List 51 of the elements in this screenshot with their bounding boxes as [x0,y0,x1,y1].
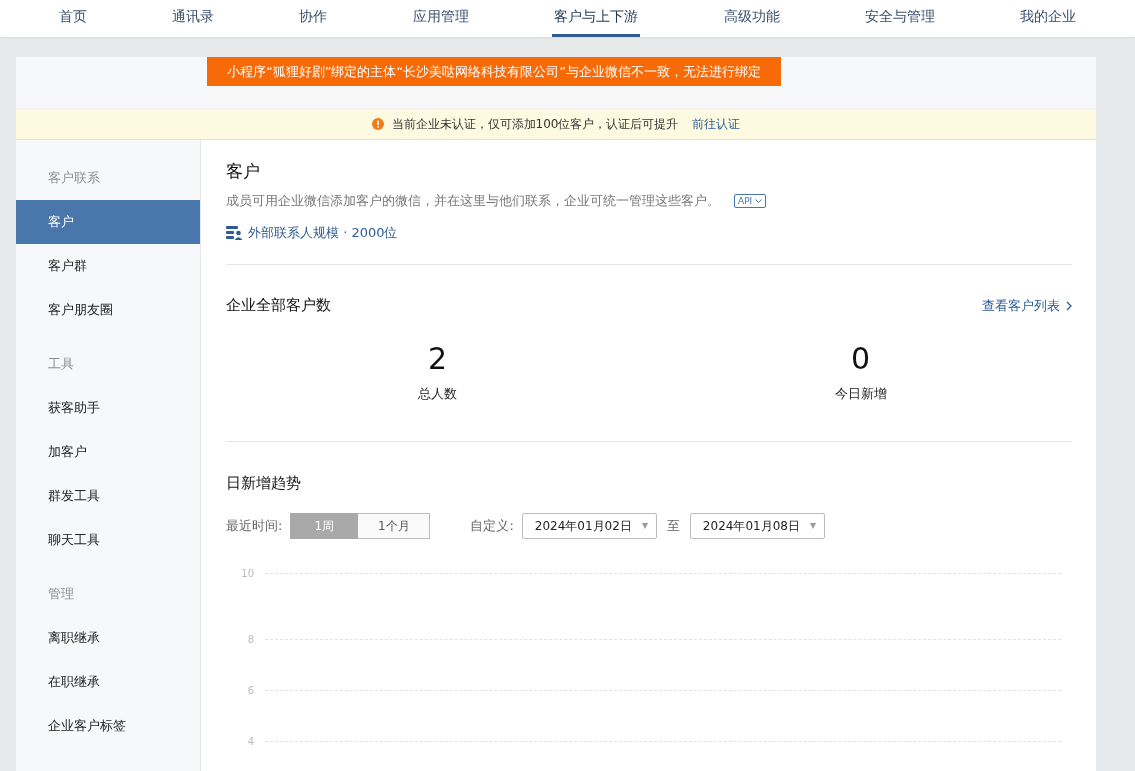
sidebar-item[interactable]: 获客助手 [16,386,200,430]
axis-tick-label: 6 [246,685,255,696]
sidebar-heading: 管理 [47,585,75,603]
stat-label: 今日新增 [834,385,887,403]
section-title: 日新增趋势 [226,474,302,493]
customer-list-link[interactable]: 查看客户列表 [982,296,1072,315]
sidebar-item[interactable]: 离职继承 [16,616,200,660]
axis-tick-label: 10 [240,567,255,579]
stat-label: 总人数 [418,385,457,403]
verify-link[interactable]: 前往认证 [692,115,741,133]
notice-text: 当前企业未认证，仅可添加100位客户，认证后可提升 [391,115,679,133]
nav-tab[interactable]: 客户与上下游 [552,0,641,37]
contacts-icon [226,226,243,240]
nav-tab[interactable]: 安全与管理 [862,0,937,37]
range-label: 最近时间: [226,517,283,535]
contact-scale: 外部联系人规模 · 2000位 [248,224,398,242]
chevron-icon [755,198,763,204]
end-date-picker[interactable]: 2024年01月08日 [689,513,825,539]
sidebar-heading: 客户联系 [47,169,101,187]
nav-tab[interactable]: 高级功能 [721,0,782,37]
error-toast: 小程序“狐狸好剧”绑定的主体“长沙美哒网络科技有限公司”与企业微信不一致，无法进行绑定 [207,57,781,86]
nav-tab[interactable]: 通讯录 [170,0,217,37]
sidebar-item[interactable]: 加客户 [16,430,200,474]
sidebar-heading: 工具 [47,355,75,373]
dropdown-icon [641,523,648,529]
axis-tick-label: 8 [246,634,255,645]
to-label: 至 [666,517,680,535]
sidebar-item[interactable]: 客户 [16,200,200,244]
section-title: 企业全部客户数 [226,296,331,315]
info-icon [371,118,384,130]
start-date-picker[interactable]: 2024年01月02日 [521,513,657,539]
api-dropdown[interactable]: API [734,194,767,208]
axis-tick-label: 4 [246,736,255,747]
nav-tab[interactable]: 我的企业 [1018,0,1079,37]
chevron-icon [1066,300,1072,311]
sidebar-item[interactable]: 企业客户标签 [16,704,200,748]
nav-tab[interactable]: 协作 [297,0,330,37]
dropdown-icon [809,523,816,529]
range-tab[interactable]: 1个月 [358,513,431,539]
stat-value: 2 [427,341,448,377]
sidebar-item[interactable]: 聊天工具 [16,518,200,562]
sidebar-item[interactable]: 在职继承 [16,660,200,704]
page-title: 客户 [226,160,261,182]
stat-value: 0 [850,341,871,377]
sidebar-item[interactable]: 客户群 [16,244,200,288]
nav-tab[interactable]: 应用管理 [410,0,471,37]
sidebar-item[interactable]: 客户朋友圈 [16,288,200,332]
nav-tab[interactable]: 首页 [56,0,89,37]
description: 成员可用企业微信添加客户的微信，并在这里与他们联系，企业可统一管理这些客户。 [226,192,720,210]
sidebar-item[interactable]: 群发工具 [16,474,200,518]
custom-label: 自定义: [470,517,514,535]
